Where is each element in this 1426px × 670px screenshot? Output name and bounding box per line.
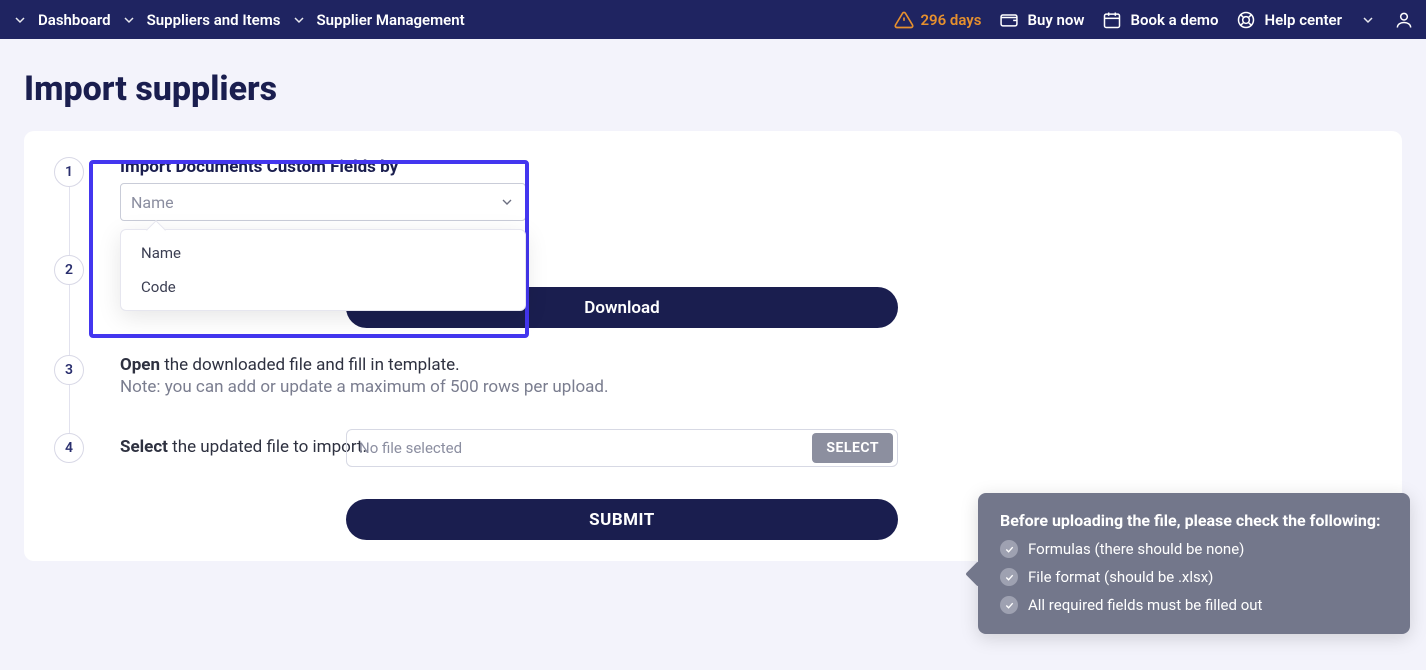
step3-line1: Open the downloaded file and fill in tem… xyxy=(120,355,609,375)
trial-days: 296 days xyxy=(920,11,981,29)
file-input[interactable]: No file selected SELECT xyxy=(346,429,898,467)
step-number-3: 3 xyxy=(54,355,84,385)
file-select-button[interactable]: SELECT xyxy=(812,433,893,463)
step3-rest: the downloaded file and fill in template… xyxy=(160,355,460,375)
step4-text: Select the updated file to import. xyxy=(120,433,380,457)
step-connector xyxy=(69,285,70,355)
lifebuoy-icon xyxy=(1236,10,1256,30)
check-icon xyxy=(1000,540,1018,558)
trial-warning[interactable]: 296 days xyxy=(894,10,981,30)
tooltip-arrow xyxy=(965,561,990,586)
tooltip-text: Formulas (there should be none) xyxy=(1028,540,1244,558)
buy-now-button[interactable]: Buy now xyxy=(999,10,1084,30)
calendar-icon xyxy=(1102,10,1122,30)
chevron-down-icon[interactable] xyxy=(1360,12,1376,28)
chevron-down-icon[interactable] xyxy=(291,12,307,28)
tooltip-text: File format (should be .xlsx) xyxy=(1028,568,1213,586)
dropdown-option-name[interactable]: Name xyxy=(121,236,525,270)
import-by-label: Import Documents Custom Fields by xyxy=(120,157,526,177)
import-by-dropdown: Name Code xyxy=(120,229,526,311)
check-icon xyxy=(1000,596,1018,614)
check-icon xyxy=(1000,568,1018,586)
submit-button[interactable]: SUBMIT xyxy=(346,499,898,540)
tooltip-item: Formulas (there should be none) xyxy=(1000,540,1390,558)
book-demo-button[interactable]: Book a demo xyxy=(1102,10,1218,30)
wallet-icon xyxy=(999,10,1019,30)
step4-rest: the updated file to import. xyxy=(168,437,367,457)
tooltip-title: Before uploading the file, please check … xyxy=(1000,511,1390,530)
buy-now-label: Buy now xyxy=(1027,11,1084,29)
help-center-label: Help center xyxy=(1264,11,1342,29)
step4-bold: Select xyxy=(120,437,168,457)
step-number-1: 1 xyxy=(54,157,84,187)
tooltip-item: File format (should be .xlsx) xyxy=(1000,568,1390,586)
file-placeholder: No file selected xyxy=(347,439,812,457)
dropdown-option-code[interactable]: Code xyxy=(121,270,525,304)
help-center-button[interactable]: Help center xyxy=(1236,10,1342,30)
topbar: Dashboard Suppliers and Items Supplier M… xyxy=(0,0,1426,39)
step-number-4: 4 xyxy=(54,433,84,463)
tooltip-item: All required fields must be filled out xyxy=(1000,596,1390,614)
breadcrumb-dashboard[interactable]: Dashboard xyxy=(38,11,111,29)
page-title: Import suppliers xyxy=(24,69,1402,109)
upload-checklist-tooltip: Before uploading the file, please check … xyxy=(978,493,1410,634)
import-card: 1 Import Documents Custom Fields by Name… xyxy=(24,131,1402,561)
chevron-down-icon xyxy=(499,194,515,210)
warning-icon xyxy=(894,10,914,30)
step3-bold: Open xyxy=(120,355,160,375)
step3-note: Note: you can add or update a maximum of… xyxy=(120,377,609,397)
user-icon[interactable] xyxy=(1394,10,1414,30)
breadcrumb: Dashboard Suppliers and Items Supplier M… xyxy=(12,11,465,29)
book-demo-label: Book a demo xyxy=(1130,11,1218,29)
step-number-2: 2 xyxy=(54,255,84,285)
chevron-down-icon[interactable] xyxy=(12,12,28,28)
breadcrumb-page[interactable]: Supplier Management xyxy=(317,11,465,29)
select-placeholder: Name xyxy=(131,193,174,212)
chevron-down-icon[interactable] xyxy=(121,12,137,28)
breadcrumb-section[interactable]: Suppliers and Items xyxy=(147,11,281,29)
tooltip-text: All required fields must be filled out xyxy=(1028,596,1262,614)
import-by-select[interactable]: Name xyxy=(120,183,526,221)
